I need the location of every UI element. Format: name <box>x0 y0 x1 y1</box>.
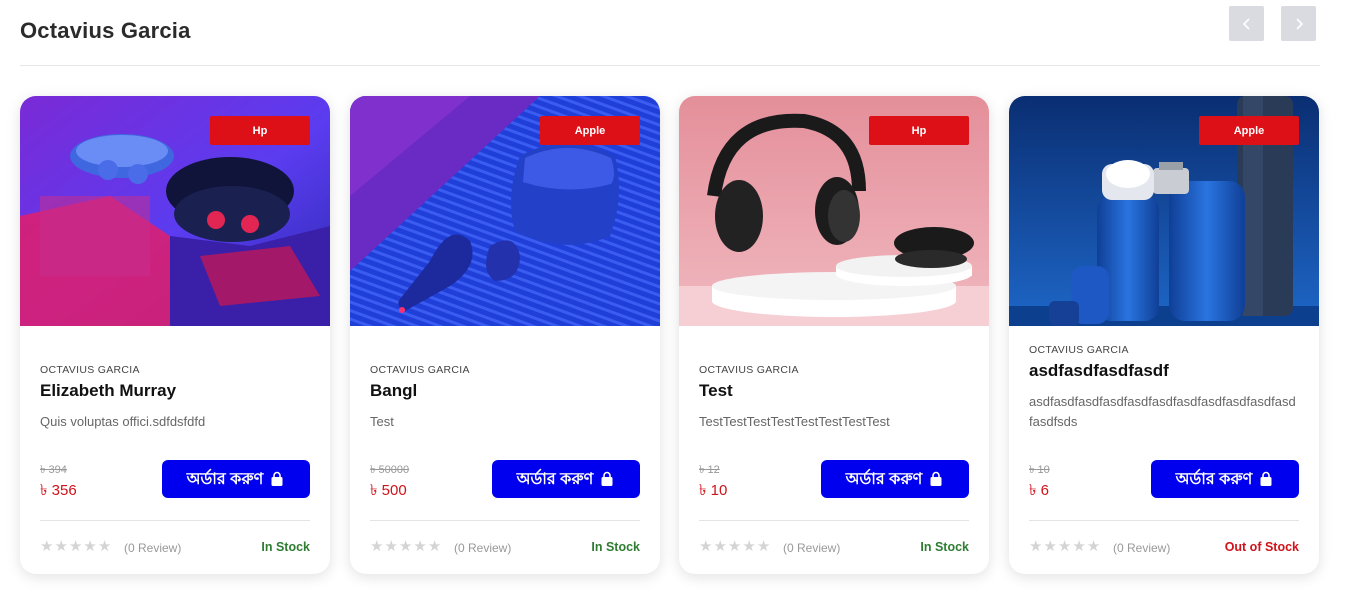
stock-status: In Stock <box>920 540 969 554</box>
section-header: Octavius Garcia <box>20 0 1320 66</box>
rating-stars: ★ ★ ★ ★ ★ <box>40 539 111 555</box>
product-info: OCTAVIUS GARCIA asdfasdfasdfasdf asdfasd… <box>1029 326 1299 574</box>
product-name[interactable]: Bangl <box>370 381 417 401</box>
star-icon: ★ <box>1029 538 1043 555</box>
product-name[interactable]: Test <box>699 381 733 401</box>
star-icon: ★ <box>427 538 442 555</box>
chevron-left-icon <box>1242 17 1250 30</box>
review-count[interactable]: (0 Review) <box>454 541 511 555</box>
product-description: TestTestTestTestTestTestTestTest <box>699 414 890 429</box>
star-icon: ★ <box>1043 538 1057 555</box>
product-card[interactable]: Hp OCTAVIUS GARCIA Elizabeth Murray Quis… <box>20 96 330 574</box>
carousel-next-button[interactable] <box>1281 6 1316 41</box>
old-price: ৳ 12 <box>699 464 720 476</box>
order-button-label: অর্ডার করুণ <box>186 470 264 488</box>
order-button-label: অর্ডার করুণ <box>1175 470 1253 488</box>
product-name[interactable]: asdfasdfasdfasdf <box>1029 361 1169 381</box>
seller-name: OCTAVIUS GARCIA <box>370 364 470 376</box>
current-price: ৳ 6 <box>1029 482 1049 499</box>
order-button-label: অর্ডার করুণ <box>845 470 923 488</box>
star-icon: ★ <box>413 538 427 555</box>
product-card[interactable]: Apple OCTAVIUS GARCIA asdfasdfasdfasdf a… <box>1009 96 1319 574</box>
chevron-right-icon <box>1295 17 1303 30</box>
star-icon: ★ <box>1057 538 1072 555</box>
old-price: ৳ 10 <box>1029 464 1050 476</box>
brand-badge: Apple <box>540 116 640 145</box>
current-price: ৳ 10 <box>699 482 728 499</box>
old-price: ৳ 394 <box>40 464 67 476</box>
shopping-bag-icon <box>271 471 283 486</box>
shopping-bag-icon <box>601 471 613 486</box>
product-info: OCTAVIUS GARCIA Bangl Test ৳ 50000 ৳ 500… <box>370 326 640 574</box>
order-button[interactable]: অর্ডার করুণ <box>492 460 640 498</box>
review-count[interactable]: (0 Review) <box>783 541 840 555</box>
seller-name: OCTAVIUS GARCIA <box>699 364 799 376</box>
review-count[interactable]: (0 Review) <box>1113 541 1170 555</box>
current-price: ৳ 500 <box>370 482 407 499</box>
star-icon: ★ <box>398 538 413 555</box>
divider <box>1029 520 1299 521</box>
order-button[interactable]: অর্ডার করুণ <box>821 460 969 498</box>
divider <box>370 520 640 521</box>
star-icon: ★ <box>713 538 727 555</box>
rating-stars: ★ ★ ★ ★ ★ <box>699 539 770 555</box>
section-title: Octavius Garcia <box>20 18 191 43</box>
product-image[interactable]: Hp <box>679 96 989 326</box>
seller-name: OCTAVIUS GARCIA <box>1029 344 1129 356</box>
rating-stars: ★ ★ ★ ★ ★ <box>370 539 441 555</box>
stock-status: In Stock <box>591 540 640 554</box>
stock-status: Out of Stock <box>1224 540 1299 554</box>
old-price: ৳ 50000 <box>370 464 410 476</box>
product-image[interactable]: Apple <box>350 96 660 326</box>
product-image[interactable]: Apple <box>1009 96 1319 326</box>
product-description: Test <box>370 414 394 429</box>
stock-status: In Stock <box>261 540 310 554</box>
review-count[interactable]: (0 Review) <box>124 541 181 555</box>
product-card[interactable]: Hp OCTAVIUS GARCIA Test TestTestTestTest… <box>679 96 989 574</box>
carousel-prev-button[interactable] <box>1229 6 1264 41</box>
star-icon: ★ <box>97 538 112 555</box>
product-info: OCTAVIUS GARCIA Test TestTestTestTestTes… <box>699 326 969 574</box>
shopping-bag-icon <box>930 471 942 486</box>
star-icon: ★ <box>54 538 68 555</box>
product-carousel: Hp OCTAVIUS GARCIA Elizabeth Murray Quis… <box>20 96 1320 574</box>
star-icon: ★ <box>756 538 771 555</box>
seller-name: OCTAVIUS GARCIA <box>40 364 140 376</box>
product-info: OCTAVIUS GARCIA Elizabeth Murray Quis vo… <box>40 326 310 574</box>
product-name[interactable]: Elizabeth Murray <box>40 381 176 401</box>
divider <box>40 520 310 521</box>
star-icon: ★ <box>68 538 83 555</box>
brand-badge: Hp <box>210 116 310 145</box>
product-card[interactable]: Apple OCTAVIUS GARCIA Bangl Test ৳ 50000… <box>350 96 660 574</box>
star-icon: ★ <box>83 538 97 555</box>
order-button[interactable]: অর্ডার করুণ <box>1151 460 1299 498</box>
star-icon: ★ <box>1086 538 1101 555</box>
star-icon: ★ <box>1072 538 1086 555</box>
rating-stars: ★ ★ ★ ★ ★ <box>1029 539 1100 555</box>
star-icon: ★ <box>384 538 398 555</box>
shopping-bag-icon <box>1260 471 1272 486</box>
star-icon: ★ <box>40 538 54 555</box>
star-icon: ★ <box>727 538 742 555</box>
product-description: Quis voluptas offici.sdfdsfdfd <box>40 414 206 429</box>
order-button[interactable]: অর্ডার করুণ <box>162 460 310 498</box>
product-description: asdfasdfasdfasdfasdfasdfasdfasdfasdfasdf… <box>1029 394 1296 429</box>
order-button-label: অর্ডার করুণ <box>516 470 594 488</box>
brand-badge: Apple <box>1199 116 1299 145</box>
divider <box>699 520 969 521</box>
product-image[interactable]: Hp <box>20 96 330 326</box>
star-icon: ★ <box>370 538 384 555</box>
current-price: ৳ 356 <box>40 482 77 499</box>
brand-badge: Hp <box>869 116 969 145</box>
star-icon: ★ <box>699 538 713 555</box>
star-icon: ★ <box>742 538 756 555</box>
